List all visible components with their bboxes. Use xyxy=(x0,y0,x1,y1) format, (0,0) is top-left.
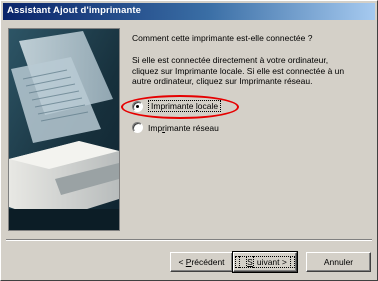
back-button[interactable]: < Précédent xyxy=(170,252,233,272)
description-line-2: cliquez sur Imprimante locale. Si elle e… xyxy=(132,65,345,76)
window-title: Assistant Ajout d'imprimante xyxy=(7,5,142,16)
radio-local[interactable] xyxy=(132,100,143,112)
option-local-label: Imprimante locale xyxy=(148,100,222,112)
radio-network[interactable] xyxy=(132,122,143,133)
description-line-3: autre ordinateur, cliquez sur Imprimante… xyxy=(132,76,313,87)
printer-illustration xyxy=(8,28,120,231)
cancel-label: Annuler xyxy=(323,257,354,267)
title-bar[interactable]: Assistant Ajout d'imprimante xyxy=(3,3,375,20)
cancel-button[interactable]: Annuler xyxy=(306,252,371,272)
printer-illustration-icon xyxy=(9,29,119,230)
option-local-printer[interactable]: Imprimante locale xyxy=(132,100,222,112)
option-network-printer[interactable]: Imprimante réseau xyxy=(132,122,219,133)
wizard-window: Assistant Ajout d'imprimante Comment cet… xyxy=(0,0,378,281)
question-text: Comment cette imprimante est-elle connec… xyxy=(132,33,313,43)
option-network-label: Imprimante réseau xyxy=(148,122,219,133)
description-line-1: Si elle est connectée directement à votr… xyxy=(132,55,329,65)
next-button[interactable]: Suivant > xyxy=(232,251,298,273)
separator xyxy=(6,239,372,241)
